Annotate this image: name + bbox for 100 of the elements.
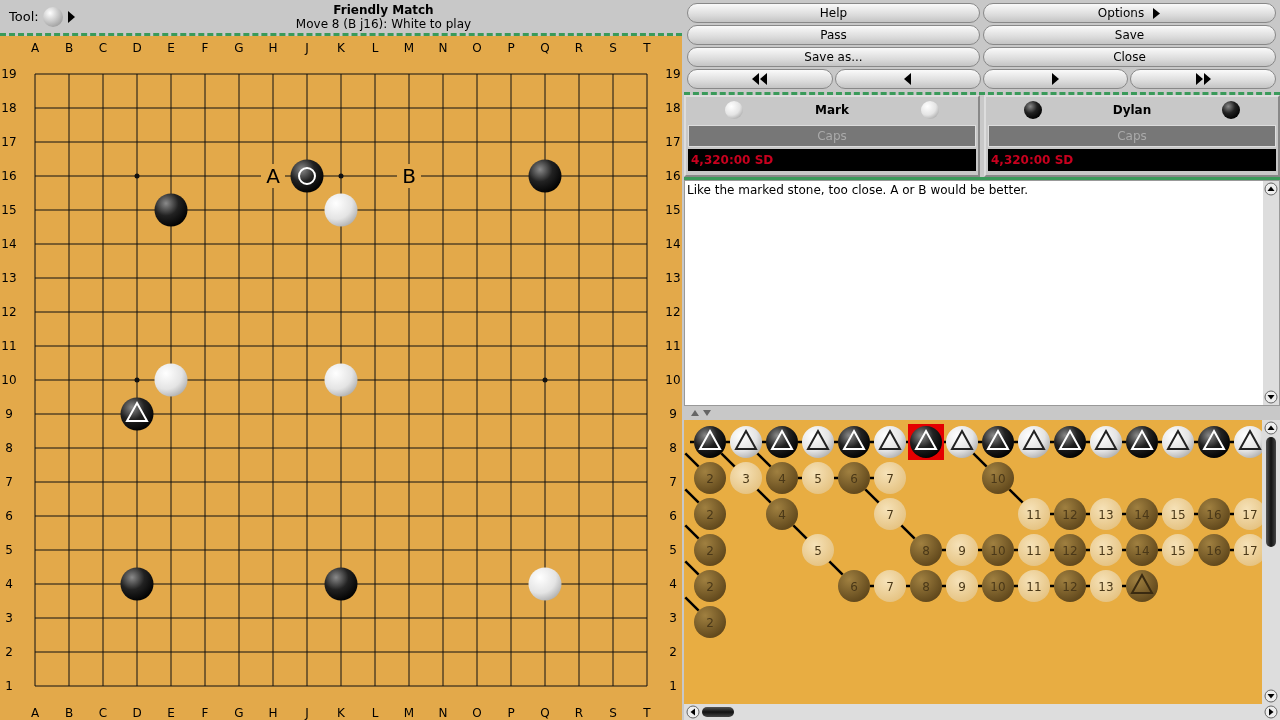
- coordinate-label: 18: [1, 101, 17, 115]
- tree-node[interactable]: [1162, 426, 1194, 458]
- tree-node[interactable]: [766, 426, 798, 458]
- coordinate-label: P: [507, 706, 515, 720]
- scrollbar[interactable]: [1263, 181, 1279, 405]
- caret-icon: [1152, 6, 1162, 20]
- coordinate-label: L: [371, 706, 379, 720]
- action-button[interactable]: Close: [983, 47, 1276, 67]
- coordinate-label: M: [403, 41, 415, 55]
- coordinate-label: G: [234, 706, 244, 720]
- coordinate-label: E: [167, 41, 175, 55]
- first-move-button[interactable]: [687, 69, 833, 89]
- tree-node[interactable]: 7: [874, 570, 906, 602]
- coordinate-label: L: [371, 41, 379, 55]
- coordinate-label: 16: [1, 169, 17, 183]
- tree-node[interactable]: [730, 426, 762, 458]
- action-button[interactable]: Help: [687, 3, 980, 23]
- tree-node[interactable]: [802, 426, 834, 458]
- tree-node[interactable]: 17: [1234, 498, 1262, 530]
- coordinate-label: C: [98, 706, 108, 720]
- coordinate-label: 19: [665, 67, 681, 81]
- coordinate-label: N: [438, 41, 448, 55]
- scroll-thumb[interactable]: [702, 707, 734, 717]
- scroll-up-icon[interactable]: [1264, 182, 1278, 196]
- tree-node[interactable]: [1054, 426, 1086, 458]
- tree-node[interactable]: 5: [802, 534, 834, 566]
- tree-node[interactable]: [946, 426, 978, 458]
- coordinate-label: 16: [665, 169, 681, 183]
- coordinate-label: 12: [665, 305, 681, 319]
- go-stone[interactable]: [324, 567, 358, 601]
- go-stone[interactable]: [154, 193, 188, 227]
- tool-label: Tool:: [9, 9, 39, 24]
- coordinate-label: 1: [669, 679, 677, 693]
- tree-node[interactable]: [838, 426, 870, 458]
- tree-node[interactable]: 11: [1018, 534, 1050, 566]
- tree-node[interactable]: 7: [874, 462, 906, 494]
- coordinate-label: A: [30, 706, 40, 720]
- game-title: Friendly Match: [333, 2, 434, 17]
- go-stone[interactable]: [290, 159, 324, 193]
- coordinate-label: S: [609, 706, 617, 720]
- scroll-up-icon[interactable]: [1264, 421, 1278, 435]
- coordinate-label: R: [574, 706, 584, 720]
- tree-node[interactable]: 11: [1018, 570, 1050, 602]
- tree-node[interactable]: 11: [1018, 498, 1050, 530]
- scrollbar[interactable]: [684, 704, 1280, 720]
- tree-node[interactable]: 7: [874, 498, 906, 530]
- coordinate-label: 18: [665, 101, 681, 115]
- menu-button[interactable]: Options: [983, 3, 1276, 23]
- coordinate-label: O: [472, 706, 482, 720]
- tree-node[interactable]: 15: [1162, 534, 1194, 566]
- coordinate-label: J: [305, 41, 309, 55]
- action-button[interactable]: Save as...: [687, 47, 980, 67]
- tree-node[interactable]: 13: [1090, 498, 1122, 530]
- go-stone[interactable]: [528, 159, 562, 193]
- scroll-down-icon[interactable]: [1264, 390, 1278, 404]
- tree-node[interactable]: [908, 424, 944, 460]
- coordinate-label: J: [305, 706, 309, 720]
- coordinate-label: 1: [5, 679, 13, 693]
- coordinate-label: 2: [5, 645, 13, 659]
- tree-node[interactable]: [1090, 426, 1122, 458]
- coordinate-label: 19: [1, 67, 17, 81]
- scroll-down-icon[interactable]: [1264, 689, 1278, 703]
- coordinate-label: Q: [540, 706, 550, 720]
- tree-node[interactable]: [982, 426, 1014, 458]
- coordinate-label: N: [438, 706, 448, 720]
- action-button[interactable]: Save: [983, 25, 1276, 45]
- coordinate-label: B: [64, 41, 74, 55]
- tree-node[interactable]: [1234, 426, 1262, 458]
- coordinate-label: C: [98, 41, 108, 55]
- player-name: Mark: [815, 103, 849, 117]
- tree-node[interactable]: 13: [1090, 534, 1122, 566]
- tree-node[interactable]: [874, 426, 906, 458]
- go-stone[interactable]: [120, 397, 154, 431]
- tree-node[interactable]: 9: [946, 534, 978, 566]
- tree-node[interactable]: [1198, 426, 1230, 458]
- caret-icon[interactable]: [66, 9, 76, 24]
- scroll-right-icon[interactable]: [1264, 705, 1278, 719]
- coordinate-label: K: [337, 706, 345, 720]
- action-button[interactable]: Pass: [687, 25, 980, 45]
- tree-node[interactable]: 17: [1234, 534, 1262, 566]
- coordinate-label: M: [403, 706, 415, 720]
- scroll-left-icon[interactable]: [686, 705, 700, 719]
- coordinate-label: O: [472, 41, 482, 55]
- scrollbar[interactable]: [1262, 420, 1280, 704]
- tree-node[interactable]: [1126, 570, 1158, 602]
- scroll-thumb[interactable]: [1266, 437, 1276, 547]
- move-status: Move 8 (B j16): White to play: [295, 16, 472, 31]
- tree-node[interactable]: 3: [730, 462, 762, 494]
- go-stone[interactable]: [120, 567, 154, 601]
- coordinate-label: 7: [5, 475, 13, 489]
- last-move-button[interactable]: [1130, 69, 1276, 89]
- tree-node[interactable]: 13: [1090, 570, 1122, 602]
- splitter-arrows-icon[interactable]: [690, 409, 712, 417]
- coordinate-label: G: [234, 41, 244, 55]
- tree-node[interactable]: 15: [1162, 498, 1194, 530]
- tree-node[interactable]: [1018, 426, 1050, 458]
- tree-node[interactable]: 5: [802, 462, 834, 494]
- tree-node[interactable]: [694, 426, 726, 458]
- tree-node[interactable]: 9: [946, 570, 978, 602]
- tree-node[interactable]: [1126, 426, 1158, 458]
